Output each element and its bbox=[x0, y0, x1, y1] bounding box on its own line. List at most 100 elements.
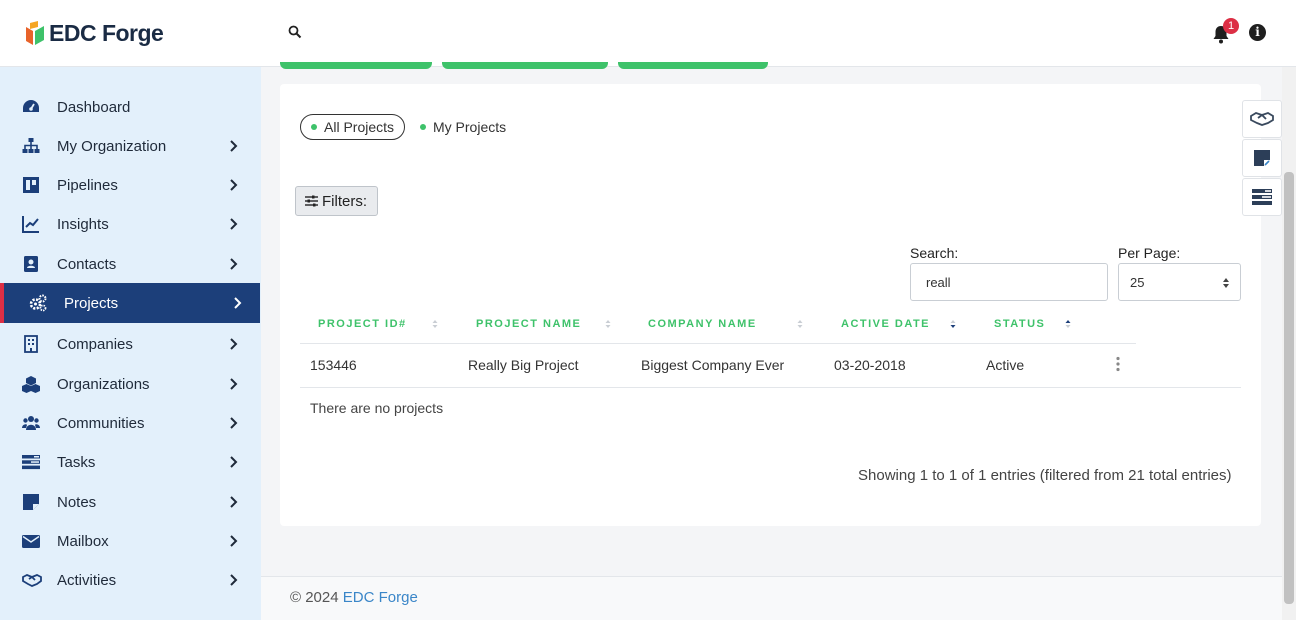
footer-brand-link[interactable]: EDC Forge bbox=[343, 589, 418, 606]
sidebar-item-organizations[interactable]: Organizations bbox=[0, 364, 260, 404]
sort-icon[interactable] bbox=[432, 319, 438, 329]
tasks-icon bbox=[22, 455, 40, 470]
sidebar-item-label: Mailbox bbox=[57, 532, 109, 550]
notification-badge: 1 bbox=[1223, 18, 1239, 34]
sidebar-item-label: Tasks bbox=[57, 453, 96, 471]
pipeline-board-icon bbox=[23, 177, 39, 193]
search-icon[interactable] bbox=[288, 25, 302, 39]
chevron-right-icon bbox=[230, 417, 238, 429]
per-page-select[interactable]: 25 bbox=[1118, 263, 1241, 301]
chevron-right-icon bbox=[230, 496, 238, 508]
sidebar-item-label: Communities bbox=[57, 414, 145, 432]
tab-my-projects[interactable]: My Projects bbox=[410, 114, 516, 140]
column-header-project-id[interactable]: PROJECT ID# bbox=[318, 318, 407, 330]
chevron-right-icon bbox=[230, 338, 238, 350]
sidebar-item-pipelines[interactable]: Pipelines bbox=[0, 165, 260, 205]
per-page-label: Per Page: bbox=[1118, 245, 1181, 261]
sidebar-item-label: Contacts bbox=[57, 255, 117, 273]
footer-copyright: © 2024 bbox=[290, 589, 343, 606]
sidebar-item-label: My Organization bbox=[57, 137, 167, 155]
tab-stub-3[interactable] bbox=[618, 62, 768, 69]
note-icon bbox=[23, 494, 39, 510]
dashboard-icon bbox=[23, 100, 39, 112]
line-chart-icon bbox=[22, 216, 39, 233]
note-icon bbox=[1254, 150, 1270, 166]
column-header-status[interactable]: STATUS bbox=[994, 318, 1045, 330]
chevron-right-icon bbox=[230, 574, 238, 586]
sidebar-item-notes[interactable]: Notes bbox=[0, 482, 260, 522]
tasks-quick-button[interactable] bbox=[1242, 178, 1282, 216]
org-chart-icon bbox=[22, 138, 40, 153]
sort-icon[interactable] bbox=[605, 319, 611, 329]
cell-company-name: Biggest Company Ever bbox=[641, 357, 785, 373]
projects-card bbox=[280, 84, 1261, 526]
per-page-value: 25 bbox=[1130, 274, 1145, 290]
sort-icon[interactable] bbox=[797, 319, 803, 329]
cell-project-id: 153446 bbox=[310, 357, 357, 373]
filters-label: Filters: bbox=[322, 192, 367, 210]
tab-all-projects[interactable]: All Projects bbox=[300, 114, 406, 140]
filters-button[interactable]: Filters: bbox=[295, 186, 378, 216]
tab-label: My Projects bbox=[433, 119, 507, 135]
building-icon bbox=[24, 335, 38, 353]
top-bar: EDC Forge 1 i bbox=[0, 0, 1296, 67]
sidebar-item-insights[interactable]: Insights bbox=[0, 204, 260, 244]
column-header-company-name[interactable]: COMPANY NAME bbox=[648, 318, 757, 330]
scrollbar-thumb[interactable] bbox=[1284, 172, 1294, 604]
sidebar-item-my-organization[interactable]: My Organization bbox=[0, 126, 260, 166]
search-input[interactable] bbox=[910, 263, 1108, 301]
select-arrows-icon bbox=[1223, 278, 1229, 288]
sidebar-item-label: Pipelines bbox=[57, 176, 118, 194]
chevron-right-icon bbox=[230, 535, 238, 547]
info-icon[interactable]: i bbox=[1249, 24, 1266, 41]
chevron-right-icon bbox=[234, 297, 242, 309]
sidebar-item-activities[interactable]: Activities bbox=[0, 560, 260, 600]
tasks-icon bbox=[1252, 189, 1272, 205]
sidebar-item-label: Dashboard bbox=[57, 98, 131, 116]
chevron-right-icon bbox=[230, 218, 238, 230]
search-label: Search: bbox=[910, 245, 959, 261]
sidebar-item-label: Insights bbox=[57, 215, 109, 233]
sliders-icon bbox=[305, 195, 318, 207]
tab-label: All Projects bbox=[324, 119, 395, 135]
tab-stub-1[interactable] bbox=[280, 62, 432, 69]
sidebar-item-communities[interactable]: Communities bbox=[0, 403, 260, 443]
logo-text: EDC Forge bbox=[49, 20, 164, 46]
table-divider bbox=[300, 343, 1136, 344]
chevron-right-icon bbox=[230, 456, 238, 468]
sort-desc-icon[interactable] bbox=[950, 319, 956, 329]
footer: © 2024 EDC Forge bbox=[261, 576, 1282, 620]
chevron-right-icon bbox=[230, 179, 238, 191]
handshake-icon bbox=[22, 574, 42, 587]
users-icon bbox=[22, 416, 40, 430]
more-vertical-icon[interactable] bbox=[1116, 356, 1120, 372]
column-header-project-name[interactable]: PROJECT NAME bbox=[476, 318, 581, 330]
logo-icon bbox=[26, 20, 44, 45]
empty-message: There are no projects bbox=[310, 400, 444, 416]
sidebar-item-label: Companies bbox=[57, 335, 133, 353]
column-header-active-date[interactable]: ACTIVE DATE bbox=[841, 318, 930, 330]
handshake-icon bbox=[1250, 112, 1274, 126]
cell-project-name[interactable]: Really Big Project bbox=[468, 357, 579, 373]
status-dot bbox=[311, 124, 317, 130]
sidebar-item-dashboard[interactable]: Dashboard bbox=[0, 87, 260, 127]
logo[interactable]: EDC Forge bbox=[24, 20, 164, 47]
table-summary: Showing 1 to 1 of 1 entries (filtered fr… bbox=[858, 467, 1232, 484]
activities-quick-button[interactable] bbox=[1242, 100, 1282, 138]
sidebar-item-label: Notes bbox=[57, 493, 97, 511]
sidebar-item-companies[interactable]: Companies bbox=[0, 324, 260, 364]
notes-quick-button[interactable] bbox=[1242, 139, 1282, 177]
envelope-icon bbox=[22, 535, 40, 548]
tab-stub-2[interactable] bbox=[442, 62, 608, 69]
sidebar-item-label: Projects bbox=[64, 294, 119, 312]
sidebar-item-label: Activities bbox=[57, 571, 117, 589]
cell-status: Active bbox=[986, 357, 1025, 373]
sidebar-item-contacts[interactable]: Contacts bbox=[0, 244, 260, 284]
sidebar-item-label: Organizations bbox=[57, 375, 150, 393]
chevron-right-icon bbox=[230, 258, 238, 270]
sidebar-item-projects[interactable]: Projects bbox=[0, 283, 260, 323]
chevron-right-icon bbox=[230, 378, 238, 390]
sidebar-item-mailbox[interactable]: Mailbox bbox=[0, 521, 260, 561]
sidebar-item-tasks[interactable]: Tasks bbox=[0, 442, 260, 482]
sort-asc-icon[interactable] bbox=[1065, 319, 1071, 329]
